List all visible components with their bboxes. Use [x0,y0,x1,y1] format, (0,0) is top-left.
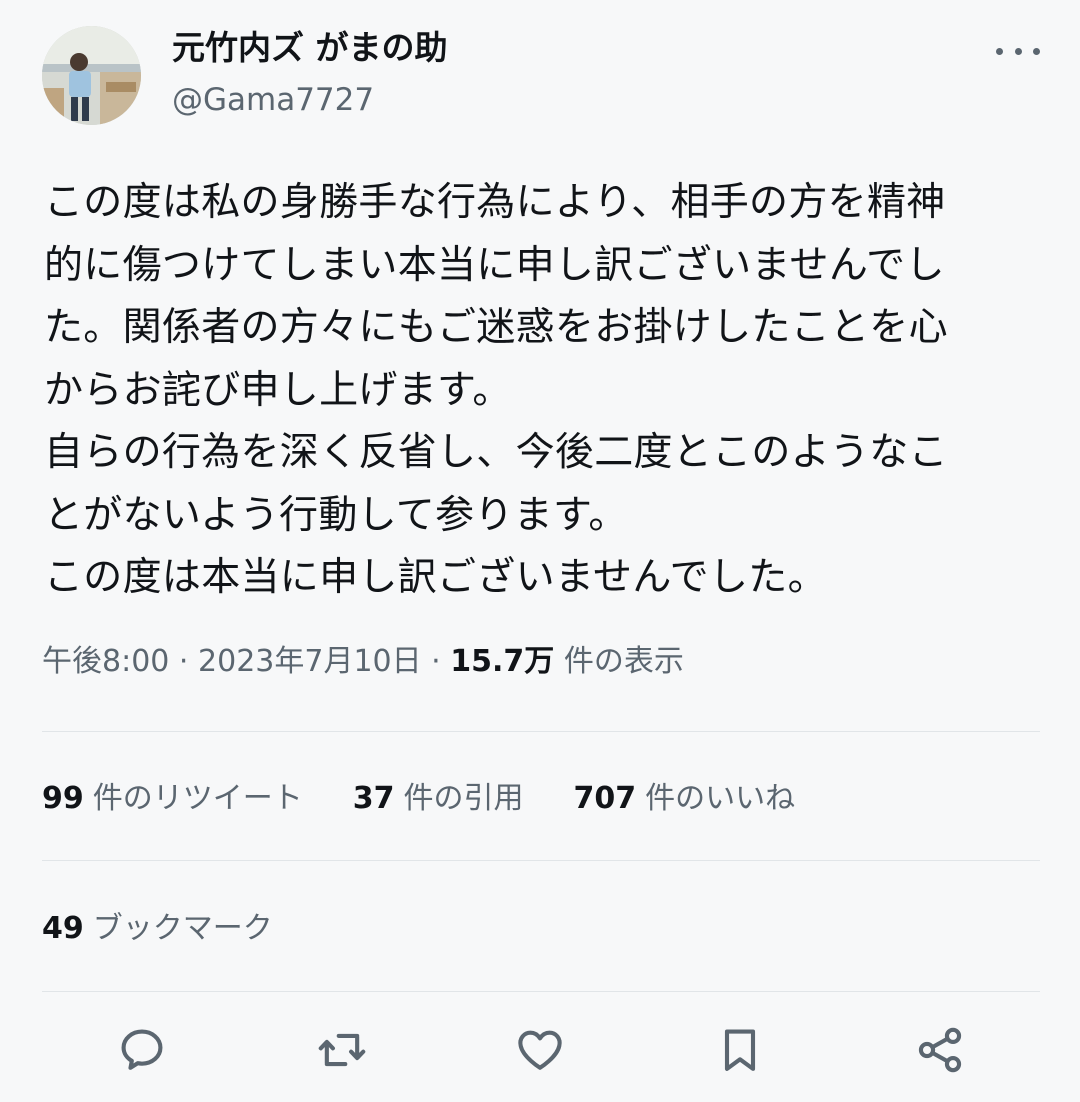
share-icon [918,1027,962,1073]
heart-icon [518,1030,562,1070]
more-icon[interactable] [996,36,1040,66]
engagement-stats: 99 件のリツイート 37 件の引用 707 件のいいね [42,770,845,820]
tweet-text: この度は私の身勝手な行為により、相手の方を精神 的に傷つけてしまい本当に申し訳ご… [44,172,1044,610]
divider [42,860,1040,861]
tweet-text-line: た。関係者の方々にもご迷惑をお掛けしたことを心 [44,305,948,350]
likes-stat[interactable]: 707 件のいいね [574,773,796,817]
display-name[interactable]: 元竹内ズ がまの助 [172,26,448,70]
bookmarks-stat[interactable]: 49 ブックマーク [42,903,273,947]
retweets-count: 99 [42,781,84,816]
bookmarks-label: ブックマーク [92,911,273,946]
views-count[interactable]: 15.7万 [450,644,554,679]
share-button[interactable] [910,1020,970,1080]
retweet-icon [318,1033,366,1067]
tweet-text-line: この度は私の身勝手な行為により、相手の方を精神 [44,180,946,225]
divider [42,731,1040,732]
user-handle[interactable]: @Gama7727 [172,80,374,120]
tweet-detail: 元竹内ズ がまの助 @Gama7727 この度は私の身勝手な行為により、相手の方… [0,0,1080,1102]
avatar[interactable] [42,26,141,125]
meta-separator: · [178,644,189,679]
reply-button[interactable] [112,1020,172,1080]
bookmark-icon [724,1029,756,1071]
tweet-meta: 午後8:00 · 2023年7月10日 · 15.7万 件の表示 [42,640,684,684]
avatar-photo [42,26,141,125]
retweet-button[interactable] [312,1020,372,1080]
views-label: 件の表示 [563,644,684,679]
meta-separator: · [431,644,441,679]
quotes-label: 件の引用 [403,781,524,816]
quotes-stat[interactable]: 37 件の引用 [353,773,524,817]
tweet-text-line: 的に傷つけてしまい本当に申し訳ございませんでし [44,242,945,288]
quotes-count: 37 [352,781,395,816]
bookmark-button[interactable] [710,1020,770,1080]
tweet-date[interactable]: 2023年7月10日 [198,644,422,679]
like-button[interactable] [510,1020,570,1080]
more-dot [1014,47,1022,55]
tweet-text-line: 自らの行為を深く反省し、今後二度とこのようなこ [44,430,948,475]
likes-label: 件のいいね [645,781,796,816]
reply-icon [121,1029,163,1070]
tweet-text-line: からお詫び申し上げます。 [44,367,512,413]
bookmarks-stat-row: 49 ブックマーク [42,900,323,950]
tweet-text-line: とがないよう行動して参ります。 [44,492,628,538]
bookmarks-count: 49 [42,911,84,946]
divider [42,991,1040,992]
retweets-stat[interactable]: 99 件のリツイート [42,773,303,817]
action-bar [0,1020,1080,1082]
retweets-label: 件のリツイート [92,781,303,816]
tweet-time[interactable]: 午後8:00 [42,644,169,679]
tweet-text-line: この度は本当に申し訳ございませんでした。 [44,555,827,600]
more-dot [1033,47,1040,55]
more-dot [996,47,1003,55]
likes-count: 707 [573,781,637,816]
